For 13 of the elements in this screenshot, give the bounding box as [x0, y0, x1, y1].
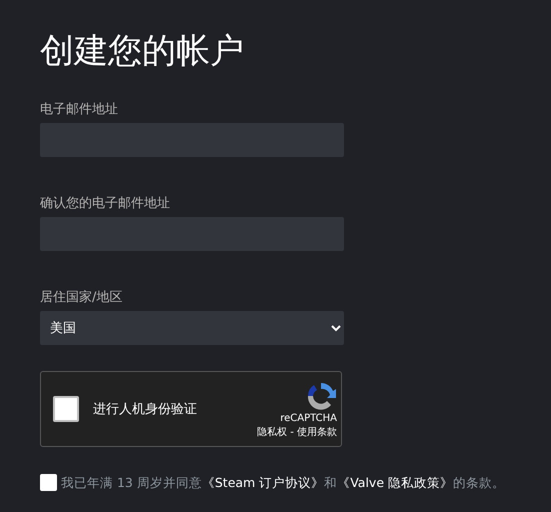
field-label: 确认您的电子邮件地址 [40, 195, 171, 212]
agreement-text: 我已年满 13 周岁并同意《Steam 订户协议》和《Valve 隐私政策》的条款。 [61, 474, 505, 492]
agreement-link[interactable]: 《Valve 隐私政策》 [337, 475, 453, 490]
captcha-label: 进行人机身份验证 [93, 401, 198, 418]
page-title: 创建您的帐户 [40, 30, 245, 73]
country-select[interactable]: 美国 [40, 311, 344, 345]
recaptcha-brand: reCAPTCHA [280, 412, 337, 424]
field-label: 电子邮件地址 [40, 101, 119, 118]
captcha-checkbox[interactable] [53, 396, 79, 422]
captcha-terms-link[interactable]: 隐私权 - 使用条款 [257, 424, 337, 438]
agreement-checkbox[interactable] [40, 474, 57, 491]
agreement-link[interactable]: 《Steam 订户协议》 [202, 475, 324, 490]
field-label: 居住国家/地区 [40, 289, 124, 306]
